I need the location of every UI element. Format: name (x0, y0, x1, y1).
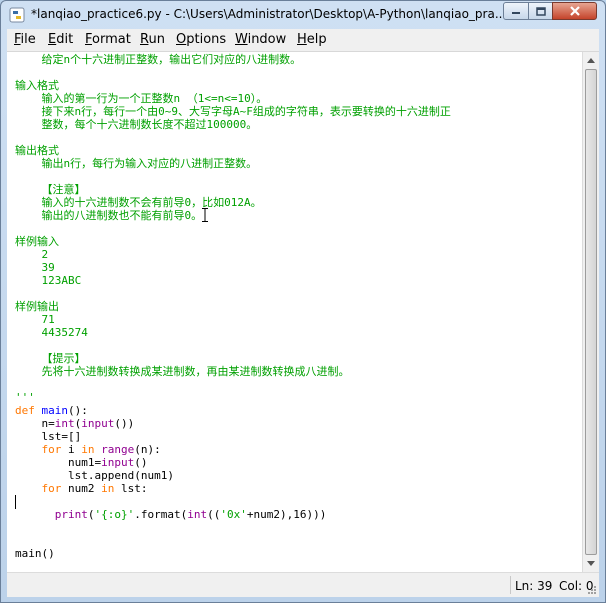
code-line-25: 先将十六进制数转换成某进制数，再由某进制数转换成八进制。 (15, 365, 350, 378)
code-editor[interactable]: 给定n个十六进制正整数，输出它们对应的八进制数。 输入格式 输入的第一行为一个正… (7, 52, 582, 572)
code-line-24: 【提示】 (15, 352, 86, 365)
menu-window[interactable]: Window (235, 32, 286, 47)
code-line-4: 输入的第一行为一个正整数n （1<=n<=10）。 (15, 92, 268, 105)
code-line-21: 71 (15, 313, 55, 326)
scroll-thumb[interactable] (585, 69, 597, 555)
code-line-3: 输入格式 (15, 79, 59, 92)
menu-help[interactable]: Help (297, 32, 327, 47)
code-line-12: 输入的十六进制数不会有前导0，比如012A。 (15, 196, 262, 209)
code-line-15: 样例输入 (15, 235, 59, 248)
status-bar: Ln: 39 Col: 0 (7, 572, 599, 597)
scroll-down-icon (587, 560, 595, 566)
scroll-up-icon (587, 57, 595, 63)
minimize-button[interactable] (503, 2, 529, 20)
code-line-31: for i in range(n): (41, 443, 161, 456)
menu-bar: File Edit Format Run Options Window Help (7, 29, 599, 52)
code-line-30: lst=[] (15, 430, 82, 443)
text-cursor (15, 495, 16, 509)
maximize-button[interactable] (528, 2, 553, 20)
python-idle-icon (9, 7, 25, 23)
code-line-27: ''' (15, 391, 35, 404)
code-line-17: 39 (15, 261, 55, 274)
menu-edit[interactable]: Edit (48, 32, 73, 47)
code-line-5: 接下来n行，每行一个由0~9、大写字母A~F组成的字符串，表示要转换的十六进制正 (15, 105, 451, 118)
minimize-icon (512, 12, 520, 14)
code-line-29: n=int(input()) (15, 417, 135, 430)
menu-options[interactable]: Options (176, 32, 226, 47)
code-line-33: lst.append(num1) (15, 469, 174, 482)
ibeam-cursor-icon (202, 208, 208, 222)
window-title: *lanqiao_practice6.py - C:\Users\Adminis… (31, 7, 507, 21)
status-line: Ln: 39 (515, 579, 553, 593)
menu-file[interactable]: File (14, 32, 36, 47)
code-line-9: 输出n行，每行为输入对应的八进制正整数。 (15, 157, 258, 170)
idle-editor-window: *lanqiao_practice6.py - C:\Users\Adminis… (0, 0, 606, 603)
code-line-22: 4435274 (15, 326, 88, 339)
scroll-down-button[interactable] (583, 555, 599, 571)
vertical-scrollbar[interactable] (582, 52, 599, 572)
code-line-6: 整数，每个十六进制数长度不超过100000。 (15, 118, 258, 131)
code-line-16: 2 (15, 248, 49, 261)
close-button[interactable] (552, 2, 597, 20)
scroll-up-button[interactable] (583, 52, 599, 68)
code-line-13: 输出的八进制数也不能有前导0。 (15, 209, 203, 222)
status-separator (510, 576, 511, 594)
resize-grip-icon[interactable] (587, 585, 597, 595)
code-line-20: 样例输出 (15, 300, 59, 313)
code-line-32: num1=input() (15, 456, 148, 469)
close-icon (569, 6, 580, 16)
code-line-36: print('{:o}'.format(int(('0x'+num2),16))… (54, 508, 327, 521)
code-line-1: 给定n个十六进制正整数，输出它们对应的八进制数。 (15, 53, 302, 66)
code-line-34: for num2 in lst: (41, 482, 148, 495)
code-line-28: def main(): (15, 404, 88, 417)
menu-format[interactable]: Format (85, 32, 131, 47)
title-bar[interactable]: *lanqiao_practice6.py - C:\Users\Adminis… (1, 1, 605, 29)
code-line-8: 输出格式 (15, 144, 59, 157)
code-line-18: 123ABC (15, 274, 82, 287)
code-line-39: main() (15, 547, 55, 560)
menu-run[interactable]: Run (140, 32, 165, 47)
code-line-11: 【注意】 (15, 183, 86, 196)
maximize-icon (535, 6, 546, 16)
